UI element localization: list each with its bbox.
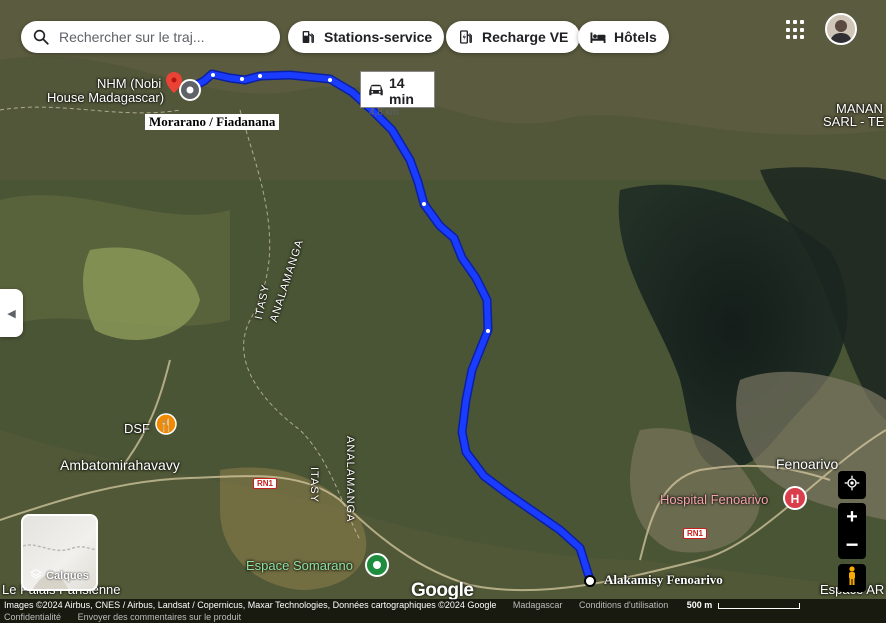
country-link[interactable]: Madagascar [513, 600, 563, 610]
place-label-hospital[interactable]: Hospital Fenoarivo [660, 492, 768, 507]
collapse-panel-button[interactable]: ◀ [0, 289, 23, 337]
chip-label: Recharge VE [482, 29, 569, 45]
destination-label: Alakamisy Fenoarivo [604, 572, 723, 587]
pegman-icon [846, 565, 858, 591]
svg-text:H: H [791, 492, 800, 506]
my-location-icon [844, 475, 860, 496]
layers-button[interactable]: Calques [21, 514, 98, 591]
place-label-dsf[interactable]: DSF [124, 421, 150, 436]
attribution-text: Images ©2024 Airbus, CNES / Airbus, Land… [4, 600, 497, 610]
car-icon [367, 83, 385, 100]
route-distance: 4,8 km [369, 107, 400, 118]
chevron-left-icon: ◀ [7, 307, 16, 320]
place-label-nhm-2[interactable]: House Madagascar) [47, 90, 164, 105]
region-label-analamanga-2: ANALAMANGA [344, 436, 356, 523]
search-bar[interactable] [21, 21, 280, 53]
destination-marker [584, 575, 596, 587]
svg-text:🍴: 🍴 [159, 418, 174, 432]
chip-ev-charging[interactable]: Recharge VE [446, 21, 581, 53]
chip-gas-stations[interactable]: Stations-service [288, 21, 445, 53]
pegman-button[interactable] [838, 564, 866, 592]
zoom-out-button[interactable]: − [838, 531, 866, 559]
search-input[interactable] [57, 28, 271, 46]
terms-link[interactable]: Conditions d'utilisation [579, 600, 668, 610]
avatar[interactable] [825, 13, 857, 45]
scale-bar [717, 602, 800, 609]
privacy-link[interactable]: Confidentialité [4, 612, 61, 622]
place-label-fenoarivo[interactable]: Fenoarivo [776, 456, 838, 472]
road-shield-rn1: RN1 [253, 478, 278, 489]
scale-label[interactable]: 500 m [687, 600, 713, 610]
zoom-controls: + − [838, 503, 866, 559]
chip-label: Stations-service [324, 29, 433, 45]
chip-label: Hôtels [614, 29, 657, 45]
zoom-in-button[interactable]: + [838, 503, 866, 531]
gas-station-icon [298, 27, 318, 47]
region-label-itasy-2: ITASY [308, 467, 320, 503]
chip-hotels[interactable]: Hôtels [578, 21, 669, 53]
layers-label: Calques [46, 569, 89, 582]
my-location-button[interactable] [838, 471, 866, 499]
layers-icon [30, 568, 43, 583]
route-duration: 14 min [389, 75, 414, 107]
map-footer: Images ©2024 Airbus, CNES / Airbus, Land… [0, 599, 886, 623]
place-label-nhm[interactable]: NHM (Nobi [97, 76, 161, 91]
place-label-somarano[interactable]: Espace Somarano [246, 558, 353, 573]
route-duration-callout[interactable]: 14 min 4,8 km [360, 71, 435, 118]
road-shield-rn1-2: RN1 [683, 528, 708, 539]
place-label-sarl[interactable]: SARL - TE [823, 114, 884, 129]
origin-label: Morarano / Fiadanana [145, 114, 280, 130]
ev-charging-icon [456, 27, 476, 47]
hotel-bed-icon [588, 27, 608, 47]
search-icon [31, 27, 51, 47]
apps-grid-icon[interactable] [786, 20, 806, 40]
place-label-ambatomirahavavy[interactable]: Ambatomirahavavy [60, 457, 180, 473]
feedback-link[interactable]: Envoyer des commentaires sur le produit [78, 612, 242, 622]
